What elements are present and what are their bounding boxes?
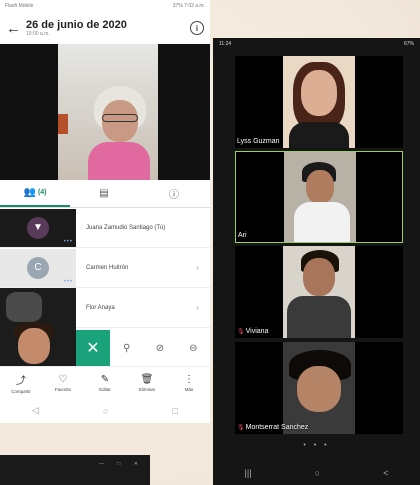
status-time: 11:24	[219, 41, 232, 47]
tile-name: Lyss Guzman	[237, 138, 280, 145]
back-nav-icon[interactable]: ◁	[32, 405, 39, 416]
participant-actions: ✕ ⚲ ⊘ ⊖	[76, 330, 210, 366]
window-controls-icon: — □ ✕	[99, 461, 144, 467]
home-nav-icon[interactable]: ○	[103, 406, 108, 416]
remove-icon[interactable]: ⊖	[177, 343, 210, 354]
pin-icon: ▼	[27, 216, 49, 239]
video-tile[interactable]: 🎙Viviana	[235, 246, 403, 338]
right-phone-screen: 11:24 67% Lyss Guzman Ari 🎙Viviana 🎙Mont…	[213, 38, 420, 485]
edit-button[interactable]: ✎ Editar	[84, 367, 126, 398]
tile-name: 🎙Viviana	[237, 328, 269, 335]
tab-chat[interactable]: ▤	[70, 180, 140, 207]
tab-info[interactable]: ⓘ	[140, 180, 210, 207]
share-button[interactable]: ⤴ Compartir	[0, 367, 42, 398]
audio-dots-icon: •••	[63, 238, 73, 245]
chevron-right-icon: ›	[196, 263, 199, 272]
video-tile[interactable]: Lyss Guzman	[235, 56, 403, 148]
participant-thumb: ▼ •••	[0, 208, 76, 247]
page-indicator: • • •	[303, 442, 330, 449]
system-nav: ◁ ○ □	[0, 398, 210, 423]
tile-name: 🎙Montserrat Sanchez	[237, 424, 309, 431]
home-nav-icon[interactable]: ○	[315, 468, 320, 478]
participant-thumb: C •••	[0, 248, 76, 287]
video-tile[interactable]: 🎙Montserrat Sanchez	[235, 342, 403, 434]
chat-icon: ▤	[99, 188, 109, 199]
pencil-icon: ✎	[100, 373, 110, 385]
status-bar: 11:24 67%	[213, 38, 420, 50]
mic-off-icon: 🎙	[237, 329, 245, 335]
self-video-thumb[interactable]	[0, 288, 76, 366]
info-icon: ⓘ	[169, 190, 179, 201]
favorite-button[interactable]: ♡ Favorito	[42, 367, 84, 398]
mute-icon[interactable]: ⊘	[143, 343, 176, 354]
participant-name: Juana Zamudio Santiago (Tú)	[86, 224, 166, 231]
people-icon: 👥	[23, 187, 36, 198]
back-nav-icon[interactable]: <	[383, 468, 388, 478]
more-icon: ⋮	[184, 373, 194, 385]
system-nav: ||| ○ <	[213, 460, 420, 485]
video-tile-active[interactable]: Ari	[235, 151, 403, 243]
main-video[interactable]	[0, 44, 210, 180]
left-phone-screen: Flash Mobile 37% 7:02 a.m. ← 26 de junio…	[0, 0, 210, 423]
heart-icon: ♡	[58, 373, 68, 385]
mic-off-icon: 🎙	[237, 425, 245, 431]
window-fragment: — □ ✕	[0, 455, 150, 485]
participant-row[interactable]: C ••• Carmen Huitrón ›	[0, 248, 210, 288]
participant-name: Carmen Huitrón	[86, 264, 129, 271]
meeting-tabs: 👥 (4) ▤ ⓘ	[0, 180, 210, 208]
status-bar: Flash Mobile 37% 7:02 a.m.	[0, 0, 210, 12]
info-icon[interactable]: i	[190, 21, 204, 35]
chevron-right-icon: ›	[196, 303, 199, 312]
share-icon: ⤴	[16, 375, 26, 387]
speaker-figure	[88, 86, 150, 180]
meeting-time: 10:00 a.m.	[26, 31, 50, 37]
status-right: 67%	[403, 41, 414, 47]
carrier-label: Flash Mobile	[5, 3, 34, 9]
participant-name: Flor Anaya	[86, 304, 115, 311]
more-button[interactable]: ⋮ Más	[168, 367, 210, 398]
participant-row[interactable]: ▼ ••• Juana Zamudio Santiago (Tú)	[0, 208, 210, 248]
tile-name: Ari	[238, 232, 247, 239]
recents-nav-icon[interactable]: □	[173, 406, 178, 416]
pin-icon[interactable]: ⚲	[110, 343, 143, 354]
recents-nav-icon[interactable]: |||	[245, 468, 252, 478]
delete-button[interactable]: 🗑 Eliminar	[126, 367, 168, 398]
meeting-title: 26 de junio de 2020	[26, 19, 127, 31]
tab-participants[interactable]: 👥 (4)	[0, 180, 70, 207]
audio-dots-icon: •••	[63, 278, 73, 285]
bottom-toolbar: ⤴ Compartir ♡ Favorito ✎ Editar 🗑 Elimin…	[0, 366, 210, 398]
avatar: C	[27, 256, 49, 279]
back-arrow-icon[interactable]: ←	[6, 20, 26, 37]
participants-count: (4)	[37, 189, 47, 196]
trash-icon: 🗑	[140, 373, 154, 385]
close-icon[interactable]: ✕	[76, 330, 110, 366]
meeting-header: ← 26 de junio de 2020 10:00 a.m. i	[0, 12, 210, 44]
status-right: 37% 7:02 a.m.	[172, 3, 205, 9]
